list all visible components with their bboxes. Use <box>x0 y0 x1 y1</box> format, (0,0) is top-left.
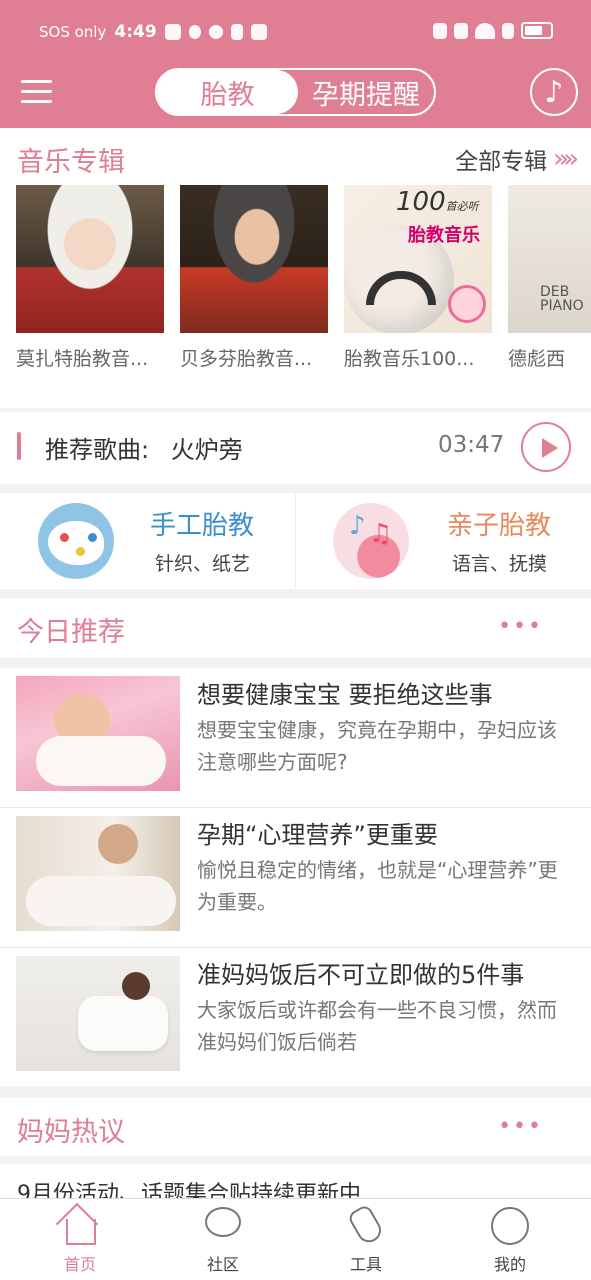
article-title: 孕期“心理营养”更重要 <box>197 821 438 849</box>
tab-home[interactable]: 首页 <box>20 1199 140 1280</box>
family-education-sub: 语言、抚摸 <box>452 553 548 575</box>
header-segmented-control: 胎教 孕期提醒 <box>155 68 436 116</box>
alert-icon <box>502 22 514 39</box>
nfc-icon <box>433 22 447 39</box>
tab-tools[interactable]: 工具 <box>306 1199 426 1280</box>
album-name: 莫扎特胎教音... <box>16 348 149 370</box>
more-icon[interactable]: ••• <box>498 614 543 639</box>
album-cover: DEB PIANO <box>508 185 591 333</box>
more-icon[interactable]: ••• <box>498 1114 543 1139</box>
article-title: 准妈妈饭后不可立即做的5件事 <box>197 961 525 989</box>
craft-education-sub: 针织、纸艺 <box>155 553 251 575</box>
music-notes-icon: ♪ ♫ <box>333 503 409 579</box>
article-title: 想要健康宝宝 要拒绝这些事 <box>197 681 493 709</box>
album-name: 胎教音乐100... <box>344 348 475 370</box>
article-desc: 大家饭后或许都会有一些不良习惯，然而准妈妈们饭后倘若 <box>197 998 557 1054</box>
tab-prenatal-education[interactable]: 胎教 <box>157 70 298 114</box>
feature-entries: 手工胎教 针织、纸艺 ♪ ♫ 亲子胎教 语言、抚摸 <box>0 493 591 589</box>
menu-icon[interactable] <box>21 80 52 104</box>
article-item[interactable]: 准妈妈饭后不可立即做的5件事 大家饭后或许都会有一些不良习惯，然而准妈妈们饭后倘… <box>0 948 591 1088</box>
album-cover: 100首必听 胎教音乐 <box>344 185 492 333</box>
craft-education-title[interactable]: 手工胎教 <box>150 505 254 542</box>
album-name: 德彪西 <box>508 348 566 370</box>
battery-icon <box>521 22 553 39</box>
article-item[interactable]: 孕期“心理营养”更重要 愉悦且稳定的情绪，也就是“心理营养”更为重要。 <box>0 808 591 948</box>
bell-icon <box>188 25 201 39</box>
block-icon <box>208 25 223 39</box>
section-title: 音乐专辑 <box>17 147 125 178</box>
recommend-label: 推荐歌曲: <box>45 436 150 464</box>
hot-discussion-section: 妈妈热议 ••• 9月份活动、话题集合贴持续更新中 <box>0 1098 591 1208</box>
app-header: SOS only 4:49 胎教 孕期提醒 ♪ <box>0 0 591 128</box>
section-title: 今日推荐 <box>17 617 125 648</box>
tab-community[interactable]: 社区 <box>163 1199 283 1280</box>
clock: 4:49 <box>114 22 157 42</box>
vibrate-icon <box>454 22 468 39</box>
recommended-song[interactable]: 推荐歌曲: 火炉旁 03:47 <box>0 412 591 484</box>
section-title: 妈妈热议 <box>17 1117 125 1148</box>
article-desc: 想要宝宝健康，究竟在孕期中，孕妇应该注意哪些方面呢? <box>197 718 557 774</box>
tab-me[interactable]: 我的 <box>450 1199 570 1280</box>
accent-bar <box>17 432 21 460</box>
user-icon <box>491 1207 529 1245</box>
play-icon[interactable] <box>521 422 571 472</box>
article-item[interactable]: 想要健康宝宝 要拒绝这些事 想要宝宝健康，究竟在孕期中，孕妇应该注意哪些方面呢? <box>0 668 591 808</box>
album-cover <box>180 185 328 333</box>
album-card[interactable]: DEB PIANO 德彪西 <box>508 185 591 371</box>
article-thumbnail <box>16 816 180 931</box>
song-duration: 03:47 <box>438 432 505 458</box>
carrier-text: SOS only <box>39 23 107 41</box>
album-card[interactable]: 莫扎特胎教音... <box>16 185 164 371</box>
today-recommend-section: 今日推荐 ••• 想要健康宝宝 要拒绝这些事 想要宝宝健康，究竟在孕期中，孕妇应… <box>0 598 591 1086</box>
music-albums-section: 音乐专辑 全部专辑 »» 莫扎特胎教音... 贝多芬胎教音... 100首必听 … <box>0 128 591 408</box>
shield-icon <box>164 24 181 40</box>
wifi-icon <box>475 22 495 39</box>
music-note-icon[interactable]: ♪ <box>530 68 578 116</box>
bottom-tab-bar: 首页 社区 工具 我的 <box>0 1198 591 1280</box>
palette-icon <box>38 503 114 579</box>
tab-pregnancy-reminder[interactable]: 孕期提醒 <box>298 70 434 114</box>
divider <box>295 493 296 589</box>
album-card[interactable]: 100首必听 胎教音乐 胎教音乐100... <box>344 185 492 371</box>
bird-icon <box>250 24 267 40</box>
album-card[interactable]: 贝多芬胎教音... <box>180 185 328 371</box>
double-chevron-right-icon: »» <box>553 144 579 174</box>
song-title: 火炉旁 <box>170 436 243 464</box>
family-education-title[interactable]: 亲子胎教 <box>447 505 551 542</box>
article-thumbnail <box>16 956 180 1071</box>
home-icon <box>66 1219 96 1245</box>
baby-bottle-icon <box>346 1203 386 1247</box>
chat-icon <box>205 1207 241 1237</box>
album-cover <box>16 185 164 333</box>
album-name: 贝多芬胎教音... <box>180 348 313 370</box>
article-desc: 愉悦且稳定的情绪，也就是“心理营养”更为重要。 <box>197 858 558 914</box>
download-icon <box>230 24 243 40</box>
status-bar: SOS only 4:49 <box>0 0 591 66</box>
all-albums-link[interactable]: 全部专辑 »» <box>455 142 579 176</box>
article-thumbnail <box>16 676 180 791</box>
